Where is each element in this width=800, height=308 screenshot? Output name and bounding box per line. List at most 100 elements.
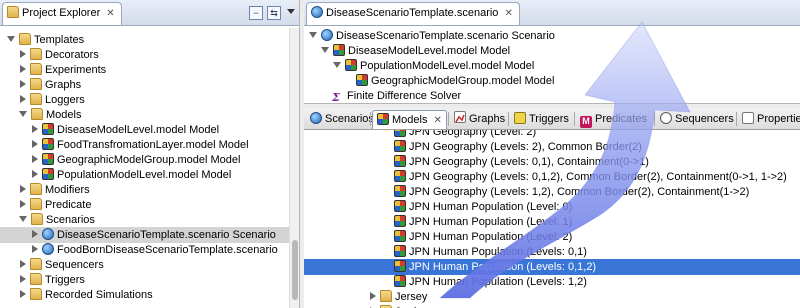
tab-graphs[interactable]: Graphs [450, 110, 509, 129]
models-list-item[interactable]: JPN Human Population (Level: 1) [304, 214, 800, 230]
collapsed-chevron-icon[interactable] [20, 260, 26, 268]
tree-item[interactable]: Decorators [0, 47, 290, 63]
collapsed-chevron-icon[interactable] [20, 50, 26, 58]
tree-item[interactable]: FoodTransfromationLayer.model Model [0, 137, 290, 153]
expanded-chevron-icon[interactable] [309, 32, 317, 38]
tree-item[interactable]: Experiments [0, 62, 290, 78]
models-list-item[interactable]: JPN Geography (Levels: 0,1,2), Common Bo… [304, 169, 800, 185]
view-menu-icon[interactable] [287, 9, 295, 14]
scenario-tree-item-label: DiseaseScenarioTemplate.scenario Scenari… [336, 30, 555, 42]
tree-item[interactable]: DiseaseScenarioTemplate.scenario Scenari… [0, 227, 290, 243]
collapsed-chevron-icon[interactable] [20, 290, 26, 298]
link-with-editor-icon[interactable]: ⇆ [267, 6, 281, 20]
view-tab-label: Triggers [529, 113, 569, 125]
project-tree[interactable]: Templates Decorators Experiments Graphs Logg… [0, 28, 290, 308]
vertical-scrollbar[interactable] [289, 28, 299, 308]
tree-item-label: FoodBornDiseaseScenarioTemplate.scenario [57, 244, 278, 256]
tab-properties[interactable]: Properties [738, 110, 800, 129]
tree-item[interactable]: Recorded Simulations [0, 287, 290, 303]
expanded-chevron-icon[interactable] [7, 36, 15, 42]
collapsed-chevron-icon[interactable] [20, 80, 26, 88]
collapsed-chevron-icon[interactable] [32, 230, 38, 238]
tree-item-label: Triggers [45, 274, 85, 286]
collapsed-chevron-icon[interactable] [32, 245, 38, 253]
tree-item[interactable]: DiseaseModelLevel.model Model [0, 122, 290, 138]
models-list-item[interactable]: JPN Geography (Levels: 0,1), Containment… [304, 154, 800, 170]
scrollbar-thumb[interactable] [292, 240, 298, 300]
collapsed-chevron-icon[interactable] [20, 200, 26, 208]
scenario-icon [42, 228, 54, 240]
collapsed-chevron-icon[interactable] [20, 95, 26, 103]
tab-triggers[interactable]: Triggers [510, 110, 573, 129]
models-list-item[interactable]: JPN Human Population (Level: 2) [304, 229, 800, 245]
model-icon [394, 245, 406, 257]
scenario-tree-item[interactable]: DiseaseModelLevel.model Model [320, 43, 510, 59]
models-list-item-label: JPN Human Population (Levels: 0,1) [409, 246, 587, 258]
view-tab-label: Predicates [595, 113, 647, 125]
tree-item-label: Decorators [45, 49, 99, 61]
model-icon [394, 230, 406, 242]
folder-icon [31, 108, 43, 120]
collapsed-chevron-icon[interactable] [32, 140, 38, 148]
models-list-item-label: JPN Geography (Levels: 0,1), Containment… [409, 156, 649, 168]
tree-item[interactable]: Graphs [0, 77, 290, 93]
tab-models[interactable]: Models ✕ [372, 110, 447, 129]
close-icon[interactable]: ✕ [106, 8, 114, 19]
expanded-chevron-icon[interactable] [19, 216, 27, 222]
tree-item[interactable]: PopulationModelLevel.model Model [0, 167, 290, 183]
models-list-item[interactable]: JPN Geography (Levels: 2), Common Border… [304, 139, 800, 155]
scenario-tree-item[interactable]: PopulationModelLevel.model Model [332, 58, 534, 74]
tab-predicates[interactable]: M Predicates [576, 110, 651, 129]
tab-scenario-editor[interactable]: DiseaseScenarioTemplate.scenario ✕ [306, 2, 520, 25]
expanded-chevron-icon[interactable] [333, 62, 341, 68]
model-icon [394, 130, 406, 137]
collapsed-chevron-icon[interactable] [20, 275, 26, 283]
close-icon[interactable]: ✕ [504, 8, 512, 19]
tree-item[interactable]: FoodBornDiseaseScenarioTemplate.scenario [0, 242, 290, 258]
collapsed-chevron-icon[interactable] [32, 155, 38, 163]
model-icon [345, 59, 357, 71]
models-list-item[interactable]: Jersey [304, 289, 800, 305]
collapsed-chevron-icon[interactable] [32, 125, 38, 133]
collapsed-chevron-icon[interactable] [20, 185, 26, 193]
scenario-icon [42, 243, 54, 255]
tab-scenarios[interactable]: Scenarios [306, 110, 378, 129]
tree-item[interactable]: Sequencers [0, 257, 290, 273]
collapsed-chevron-icon[interactable] [32, 170, 38, 178]
model-icon [394, 185, 406, 197]
scenario-tree-item[interactable]: GeographicModelGroup.model Model [344, 73, 554, 89]
models-list-item[interactable]: JPN Human Population (Levels: 0,1) [304, 244, 800, 260]
tree-item[interactable]: Models [0, 107, 290, 123]
scenario-tree-item[interactable]: Σ Finite Difference Solver [320, 88, 461, 104]
expanded-chevron-icon[interactable] [321, 47, 329, 53]
scenario-tree-item[interactable]: DiseaseScenarioTemplate.scenario Scenari… [308, 28, 555, 44]
collapsed-chevron-icon[interactable] [20, 65, 26, 73]
tab-project-explorer[interactable]: Project Explorer ✕ [2, 2, 122, 25]
models-list-item[interactable]: JPN Geography (Levels: 1,2), Common Bord… [304, 184, 800, 200]
folder-icon [30, 258, 42, 270]
tree-item[interactable]: Loggers [0, 92, 290, 108]
models-list-item[interactable]: Jordan [304, 304, 800, 308]
tree-item[interactable]: Modifiers [0, 182, 290, 198]
models-list[interactable]: JPN Geography (Level: 2) JPN Geography (L… [304, 130, 800, 308]
models-list-item[interactable]: JPN Human Population (Levels: 0,1,2) [304, 259, 800, 275]
models-list-item-label: JPN Geography (Levels: 1,2), Common Bord… [409, 186, 750, 198]
model-icon [394, 170, 406, 182]
collapse-all-icon[interactable]: − [249, 6, 263, 20]
models-list-item[interactable]: JPN Human Population (Level: 0) [304, 199, 800, 215]
tree-item[interactable]: Templates [0, 32, 290, 48]
close-icon[interactable]: ✕ [433, 115, 441, 126]
tree-item[interactable]: Predicate [0, 197, 290, 213]
view-tab-label: Sequencers [675, 113, 734, 125]
folder-icon [30, 273, 42, 285]
model-icon [356, 74, 368, 86]
model-icon [394, 140, 406, 152]
tree-item[interactable]: Scenarios [0, 212, 290, 228]
models-list-item[interactable]: JPN Human Population (Levels: 1,2) [304, 274, 800, 290]
tree-item[interactable]: GeographicModelGroup.model Model [0, 152, 290, 168]
models-list-item-label: JPN Human Population (Levels: 0,1,2) [409, 261, 597, 273]
tree-item[interactable]: Triggers [0, 272, 290, 288]
collapsed-chevron-icon[interactable] [370, 292, 376, 300]
tab-sequencers[interactable]: Sequencers [656, 110, 738, 129]
expanded-chevron-icon[interactable] [19, 111, 27, 117]
